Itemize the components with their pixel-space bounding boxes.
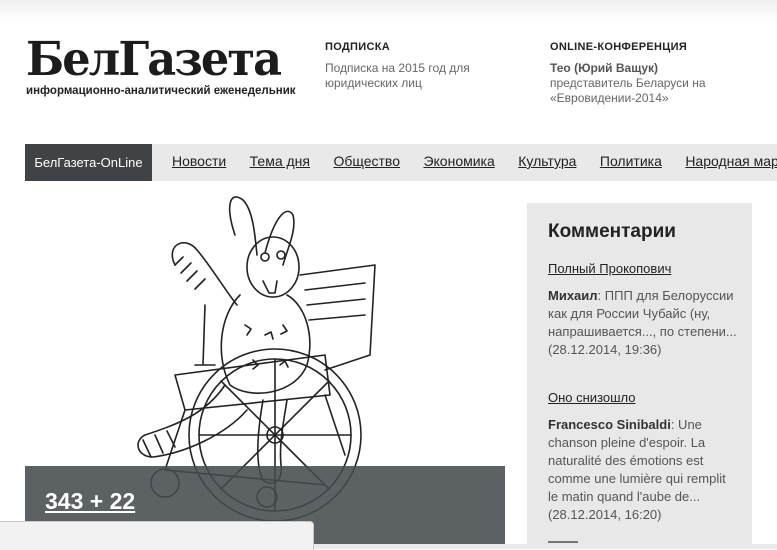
site-logo[interactable]: БелГазета [26, 36, 282, 84]
feature-article[interactable]: 343 + 22 [25, 195, 505, 549]
site-tagline: информационно-аналитический еженедельник [26, 85, 296, 97]
conference-guest-name[interactable]: Тео (Юрий Ващук) [550, 61, 740, 76]
next-comment-peek [548, 541, 578, 543]
comments-heading: Комментарии [548, 221, 676, 242]
nav-item-culture[interactable]: Культура [518, 144, 576, 179]
comment-item: Оно снизошло Francesco Sinibaldi: Une ch… [548, 389, 738, 524]
conference-block: ONLINE-КОНФЕРЕНЦИЯ Тео (Юрий Ващук) пред… [550, 40, 740, 106]
subscription-title[interactable]: ПОДПИСКА [325, 40, 495, 55]
comment-text[interactable]: : Une chanson pleine d'espoir. La natura… [548, 417, 726, 522]
browser-status-bar [0, 521, 314, 550]
comment-topic-link[interactable]: Оно снизошло [548, 389, 738, 407]
nav-item-topic[interactable]: Тема дня [250, 144, 310, 179]
nav-links: Новости Тема дня Общество Экономика Куль… [172, 144, 777, 181]
nav-item-people-brand[interactable]: Народная марка [685, 144, 777, 179]
conference-guest-desc: представитель Беларуси на «Евровидении-2… [550, 76, 706, 105]
nav-item-news[interactable]: Новости [172, 144, 226, 179]
nav-item-politics[interactable]: Политика [600, 144, 662, 179]
nav-item-society[interactable]: Общество [333, 144, 400, 179]
comment-topic-link[interactable]: Полный Прокопович [548, 260, 738, 278]
comment-author: Francesco Sinibaldi [548, 417, 671, 432]
comments-sidebar: Комментарии Полный Прокопович Михаил: ПП… [527, 203, 752, 549]
main-nav: БелГазета-OnLine Новости Тема дня Общест… [25, 144, 777, 181]
subscription-link[interactable]: Подписка на 2015 год для юридических лиц [325, 61, 495, 91]
comment-item: Полный Прокопович Михаил: ППП для Белору… [548, 260, 738, 359]
comment-author: Михаил [548, 288, 598, 303]
nav-home-tab[interactable]: БелГазета-OnLine [25, 144, 152, 181]
nav-item-economy[interactable]: Экономика [423, 144, 494, 179]
subscription-block: ПОДПИСКА Подписка на 2015 год для юридич… [325, 40, 495, 91]
feature-title-link[interactable]: 343 + 22 [45, 488, 135, 515]
browser-top-shade [0, 0, 777, 22]
conference-title[interactable]: ONLINE-КОНФЕРЕНЦИЯ [550, 40, 740, 55]
